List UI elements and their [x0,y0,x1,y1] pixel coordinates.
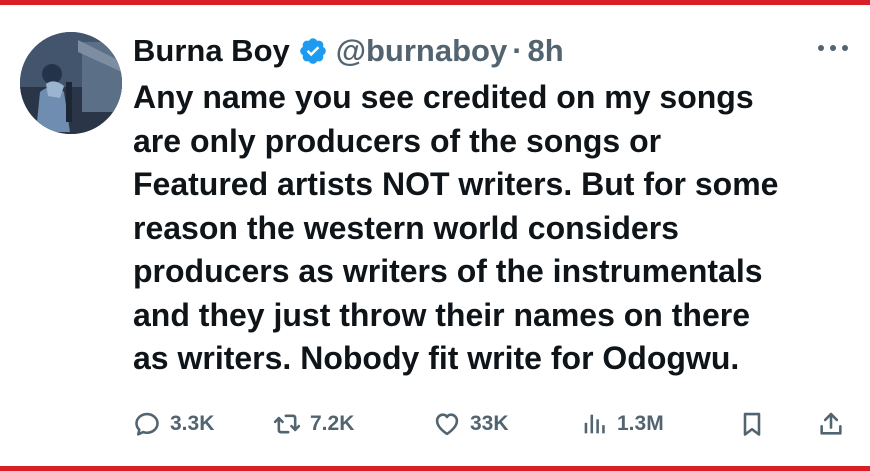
display-name[interactable]: Burna Boy [133,33,290,69]
user-handle[interactable]: @burnaboy [336,33,507,69]
bookmark-icon [743,412,761,436]
tweet-card: Burna Boy @burnaboy · 8h Any name you se… [0,0,870,471]
top-red-border [0,0,870,5]
like-count: 33K [470,412,509,435]
view-count: 1.3M [617,412,664,435]
retweet-count: 7.2K [310,412,355,435]
tweet-header: Burna Boy @burnaboy · 8h [133,28,564,74]
more-options-icon[interactable] [818,38,848,58]
reply-count: 3.3K [170,412,215,435]
bottom-red-border [0,466,870,471]
share-icon [820,412,842,435]
views-button[interactable]: 1.3M [580,402,664,446]
retweet-button[interactable]: 7.2K [273,402,354,446]
share-button[interactable] [817,402,845,446]
tweet-text: Any name you see credited on my songs ar… [133,79,779,376]
heart-icon [435,413,459,436]
action-bar: 3.3K 7.2K 33K 1.3M [133,402,853,446]
reply-icon [135,412,159,436]
reply-button[interactable]: 3.3K [133,402,214,446]
timestamp[interactable]: 8h [528,33,564,69]
retweet-icon [273,414,301,434]
like-button[interactable]: 33K [433,402,509,446]
avatar[interactable] [20,32,122,134]
avatar-image [20,32,122,134]
verified-badge-icon [298,36,328,66]
views-icon [584,414,605,434]
bookmark-button[interactable] [738,402,766,446]
separator-dot: · [512,33,523,68]
